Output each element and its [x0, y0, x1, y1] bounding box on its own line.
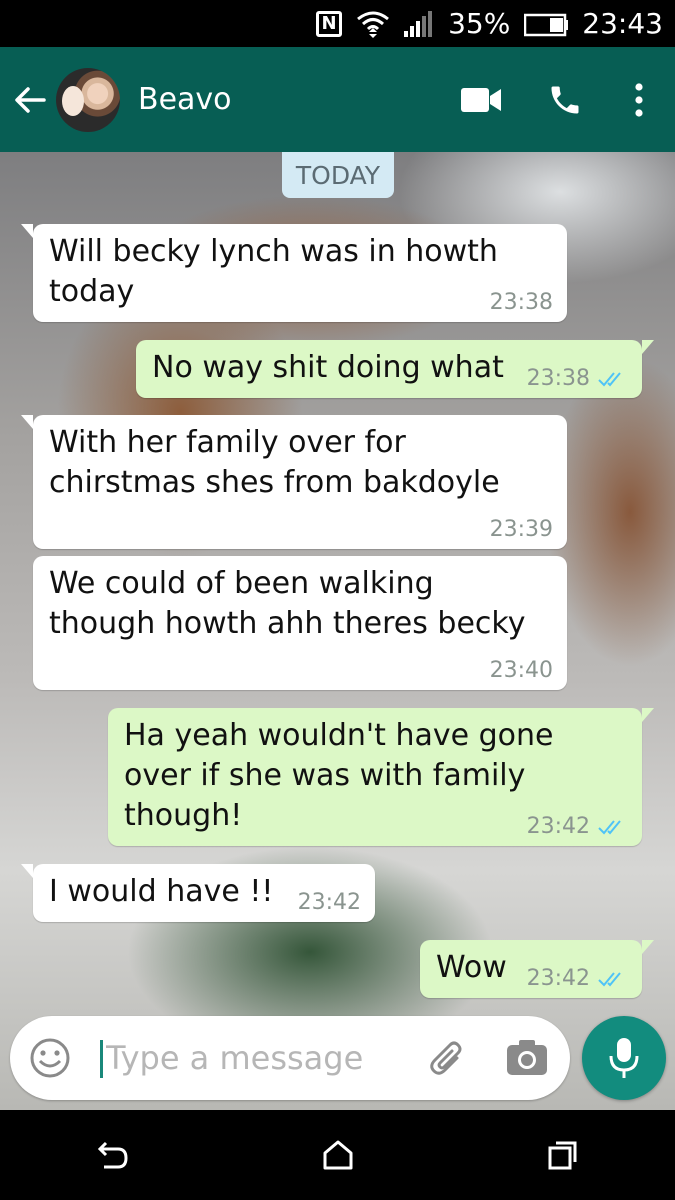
battery-icon	[524, 11, 569, 37]
video-call-icon[interactable]	[461, 80, 501, 120]
wifi-icon	[356, 9, 390, 39]
message-text: I would have !!	[49, 874, 274, 909]
message-time: 23:42	[297, 890, 361, 915]
message-bubble-outgoing[interactable]: Wow 23:42	[420, 940, 654, 998]
date-chip: TODAY	[282, 152, 394, 198]
read-receipt-icon	[598, 372, 621, 387]
camera-icon[interactable]	[504, 1036, 550, 1080]
text-caret	[100, 1040, 103, 1078]
message-text: Wow	[436, 950, 507, 985]
message-input[interactable]	[106, 1034, 406, 1082]
clock: 23:43	[582, 7, 663, 40]
battery-level: 35%	[448, 7, 511, 40]
nav-back-icon[interactable]	[83, 1125, 143, 1185]
more-options-icon[interactable]	[629, 80, 649, 120]
message-bubble-outgoing[interactable]: No way shit doing what 23:38	[136, 340, 654, 398]
contact-name[interactable]: Beavo	[138, 82, 461, 117]
read-receipt-icon	[598, 820, 621, 835]
message-bubble-incoming[interactable]: With her family over for chirstmas shes …	[21, 415, 567, 549]
back-arrow-icon[interactable]	[14, 82, 50, 118]
message-time: 23:38	[526, 366, 590, 391]
read-receipt-icon	[598, 972, 621, 987]
message-bubble-outgoing[interactable]: Ha yeah wouldn't have gone over if she w…	[108, 708, 654, 846]
emoji-icon[interactable]	[28, 1036, 72, 1080]
message-text: We could of been walking though howth ah…	[49, 566, 526, 641]
message-text: Will becky lynch was in howth today	[49, 234, 498, 309]
message-time: 23:39	[489, 517, 553, 542]
status-bar: N 35% 23:43	[0, 0, 675, 47]
nav-home-icon[interactable]	[308, 1125, 368, 1185]
mic-icon	[609, 1038, 639, 1078]
message-time: 23:38	[489, 290, 553, 315]
message-bubble-incoming[interactable]: We could of been walking though howth ah…	[33, 556, 567, 690]
voice-call-icon[interactable]	[545, 80, 585, 120]
chat-area[interactable]: TODAY Will becky lynch was in howth toda…	[0, 152, 675, 1110]
system-nav-bar	[0, 1110, 675, 1200]
signal-icon	[404, 10, 434, 37]
message-text: No way shit doing what	[152, 350, 504, 385]
chat-header: Beavo	[0, 47, 675, 152]
avatar[interactable]	[56, 67, 120, 132]
message-time: 23:42	[526, 966, 590, 991]
message-bubble-incoming[interactable]: Will becky lynch was in howth today 23:3…	[21, 224, 567, 322]
mic-button[interactable]	[582, 1016, 666, 1100]
message-time: 23:40	[489, 658, 553, 683]
message-composer	[10, 1016, 570, 1100]
message-text: With her family over for chirstmas shes …	[49, 425, 500, 500]
nfc-icon: N	[316, 10, 343, 37]
nav-recents-icon[interactable]	[533, 1125, 593, 1185]
message-text: Ha yeah wouldn't have gone over if she w…	[124, 718, 554, 833]
message-time: 23:42	[526, 814, 590, 839]
attach-icon[interactable]	[426, 1036, 470, 1080]
message-bubble-incoming[interactable]: I would have !! 23:42	[21, 864, 375, 922]
